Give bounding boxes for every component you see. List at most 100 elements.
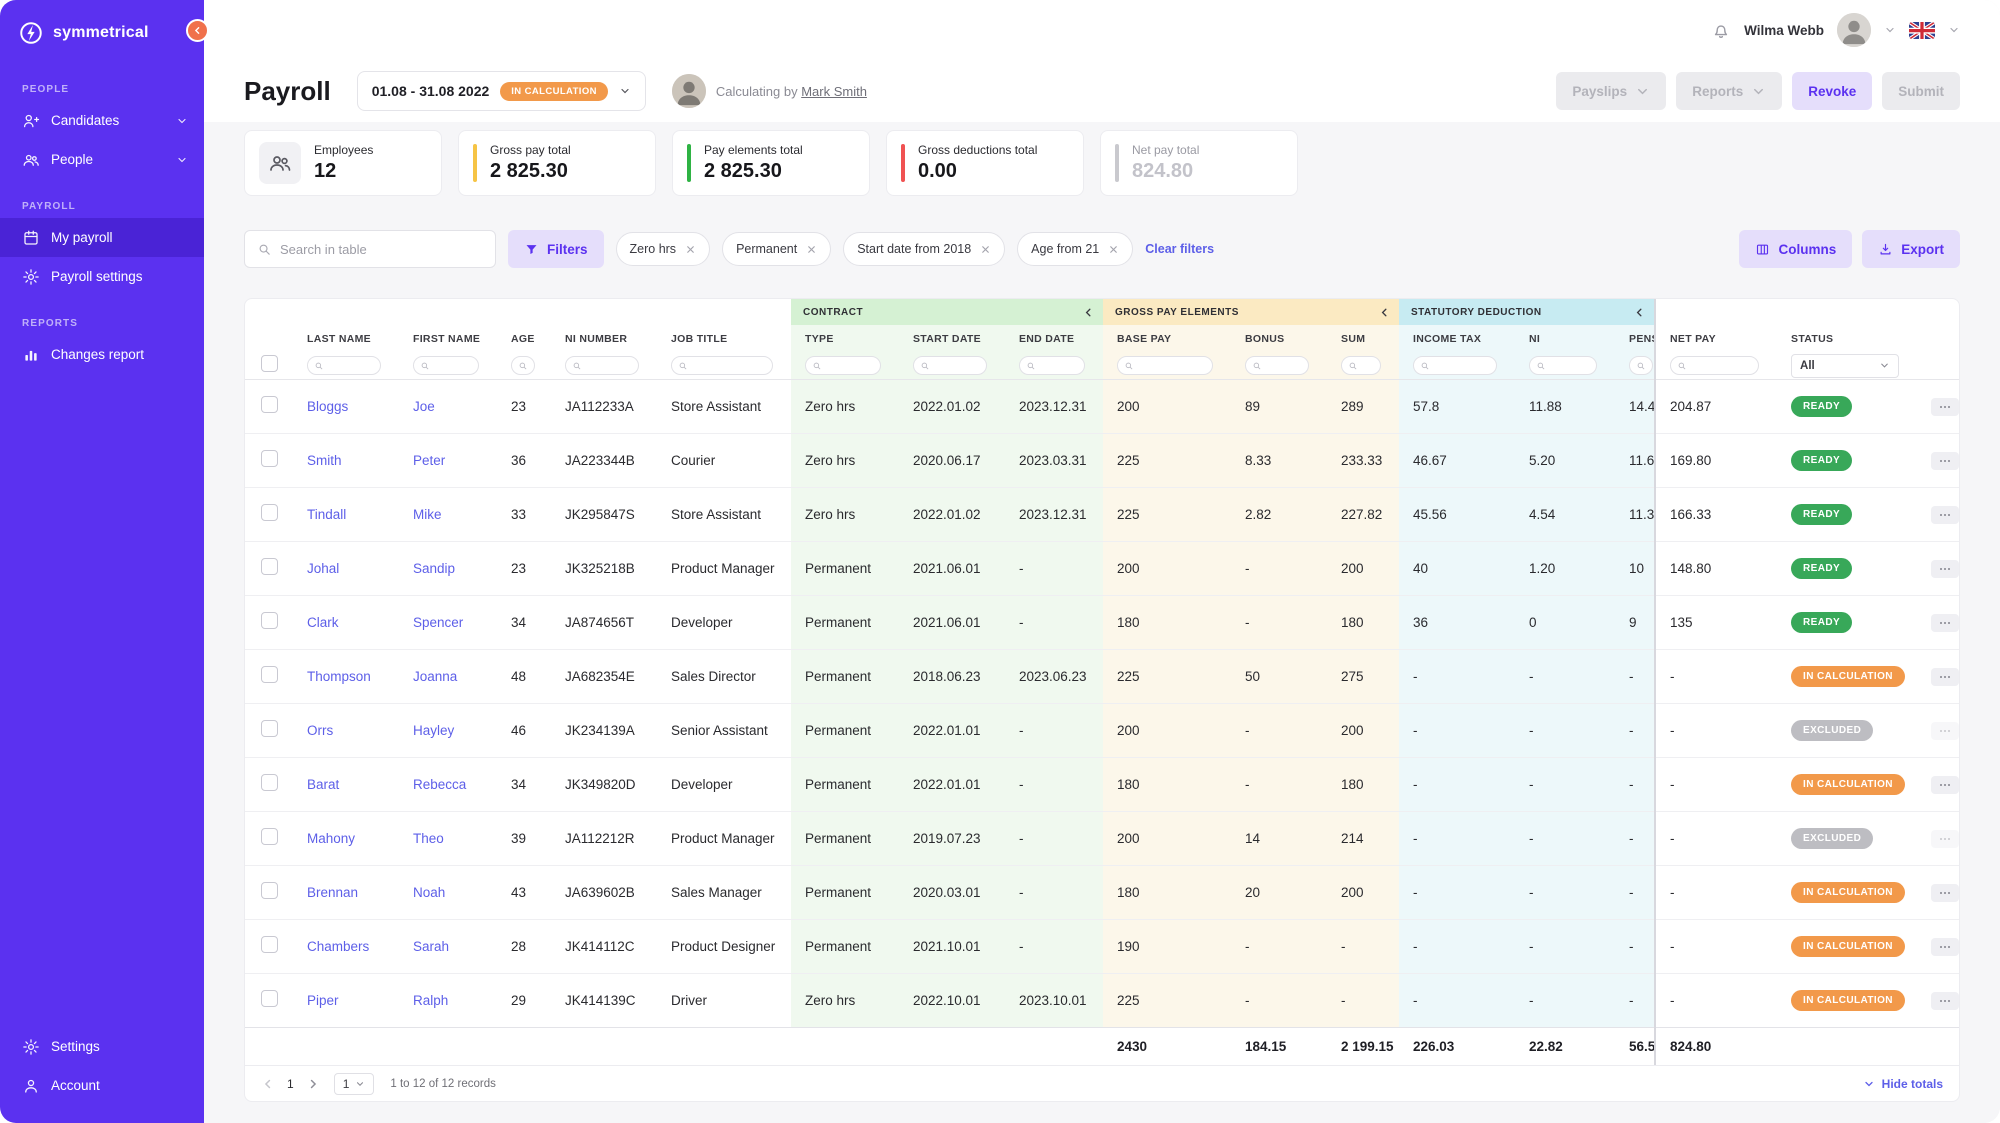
col-first-name[interactable]: FIRST NAME (399, 325, 497, 353)
row-checkbox[interactable] (261, 990, 278, 1007)
collapse-group-icon[interactable] (1633, 306, 1646, 319)
col-income-tax[interactable]: INCOME TAX (1399, 325, 1515, 353)
row-actions-button[interactable] (1931, 560, 1959, 578)
row-actions-button[interactable] (1931, 668, 1959, 686)
close-icon[interactable] (980, 244, 991, 255)
column-filter-input[interactable] (913, 356, 987, 375)
col-base-pay[interactable]: BASE PAY (1103, 325, 1231, 353)
page-select[interactable]: 1 (334, 1073, 375, 1095)
sidebar-item-account[interactable]: Account (0, 1066, 204, 1105)
last-name-link[interactable]: Barat (307, 777, 339, 792)
column-filter-input[interactable] (1245, 356, 1309, 375)
collapse-group-icon[interactable] (1082, 306, 1095, 319)
last-name-link[interactable]: Piper (307, 993, 339, 1008)
submit-button[interactable]: Submit (1882, 72, 1960, 110)
first-name-link[interactable]: Sarah (413, 939, 449, 954)
col-status[interactable]: STATUS (1777, 325, 1917, 353)
last-name-link[interactable]: Johal (307, 561, 339, 576)
column-filter-input[interactable] (1529, 356, 1597, 375)
next-page-icon[interactable] (306, 1077, 320, 1091)
col-last-name[interactable]: LAST NAME (293, 325, 399, 353)
col-start-date[interactable]: START DATE (899, 325, 1005, 353)
col-ni-number[interactable]: NI NUMBER (551, 325, 657, 353)
select-all-checkbox[interactable] (261, 355, 278, 372)
row-actions-button[interactable] (1931, 938, 1959, 956)
filters-button[interactable]: Filters (508, 230, 604, 268)
row-actions-button[interactable] (1931, 452, 1959, 470)
chevron-down-icon[interactable] (1884, 24, 1896, 36)
first-name-link[interactable]: Hayley (413, 723, 454, 738)
first-name-link[interactable]: Mike (413, 507, 442, 522)
col-sum[interactable]: SUM (1327, 325, 1399, 353)
first-name-link[interactable]: Ralph (413, 993, 448, 1008)
reports-button[interactable]: Reports (1676, 72, 1782, 110)
export-button[interactable]: Export (1862, 230, 1960, 268)
column-filter-input[interactable] (413, 356, 479, 375)
col-bonus[interactable]: BONUS (1231, 325, 1327, 353)
first-name-link[interactable]: Theo (413, 831, 444, 846)
last-name-link[interactable]: Chambers (307, 939, 369, 954)
avatar[interactable] (1837, 13, 1871, 47)
last-name-link[interactable]: Clark (307, 615, 339, 630)
row-checkbox[interactable] (261, 558, 278, 575)
column-filter-input[interactable] (1341, 356, 1381, 375)
collapse-group-icon[interactable] (1378, 306, 1391, 319)
first-name-link[interactable]: Peter (413, 453, 445, 468)
col-net-pay[interactable]: NET PAY (1655, 325, 1777, 353)
col-age[interactable]: AGE (497, 325, 551, 353)
first-name-link[interactable]: Sandip (413, 561, 455, 576)
sidebar-item-my-payroll[interactable]: My payroll (0, 218, 204, 257)
col-type[interactable]: TYPE (791, 325, 899, 353)
first-name-link[interactable]: Joe (413, 399, 435, 414)
revoke-button[interactable]: Revoke (1792, 72, 1872, 110)
prev-page-icon[interactable] (261, 1077, 275, 1091)
row-checkbox[interactable] (261, 612, 278, 629)
sidebar-item-candidates[interactable]: Candidates (0, 101, 204, 140)
last-name-link[interactable]: Smith (307, 453, 342, 468)
column-filter-input[interactable] (805, 356, 881, 375)
columns-button[interactable]: Columns (1739, 230, 1852, 268)
filter-chip[interactable]: Zero hrs (616, 232, 711, 266)
filter-chip[interactable]: Age from 21 (1017, 232, 1133, 266)
close-icon[interactable] (806, 244, 817, 255)
row-actions-button[interactable] (1931, 992, 1959, 1010)
last-name-link[interactable]: Brennan (307, 885, 358, 900)
first-name-link[interactable]: Spencer (413, 615, 463, 630)
col-job-title[interactable]: JOB TITLE (657, 325, 791, 353)
row-actions-button[interactable] (1931, 506, 1959, 524)
row-checkbox[interactable] (261, 720, 278, 737)
column-filter-input[interactable] (1117, 356, 1213, 375)
status-filter-select[interactable]: All (1791, 354, 1899, 378)
column-filter-input[interactable] (565, 356, 639, 375)
row-checkbox[interactable] (261, 396, 278, 413)
sidebar-collapse-button[interactable] (186, 19, 209, 42)
col-pension[interactable]: PENSION (1615, 325, 1655, 353)
row-actions-button[interactable] (1931, 830, 1959, 848)
row-checkbox[interactable] (261, 504, 278, 521)
chevron-down-icon[interactable] (1948, 24, 1960, 36)
row-checkbox[interactable] (261, 450, 278, 467)
sidebar-item-settings[interactable]: Settings (0, 1027, 204, 1066)
column-filter-input[interactable] (1413, 356, 1497, 375)
search-input[interactable] (280, 242, 483, 257)
row-checkbox[interactable] (261, 936, 278, 953)
clear-filters-link[interactable]: Clear filters (1145, 242, 1214, 256)
last-name-link[interactable]: Mahony (307, 831, 355, 846)
column-filter-input[interactable] (671, 356, 773, 375)
hide-totals-button[interactable]: Hide totals (1863, 1077, 1943, 1091)
last-name-link[interactable]: Thompson (307, 669, 371, 684)
row-checkbox[interactable] (261, 828, 278, 845)
row-actions-button[interactable] (1931, 398, 1959, 416)
sidebar-item-changes-report[interactable]: Changes report (0, 335, 204, 374)
last-name-link[interactable]: Orrs (307, 723, 333, 738)
column-filter-input[interactable] (1629, 356, 1653, 375)
close-icon[interactable] (685, 244, 696, 255)
notification-bell-icon[interactable] (1711, 20, 1731, 40)
payslips-button[interactable]: Payslips (1556, 72, 1666, 110)
filter-chip[interactable]: Start date from 2018 (843, 232, 1005, 266)
current-page[interactable]: 1 (285, 1077, 296, 1091)
col-end-date[interactable]: END DATE (1005, 325, 1103, 353)
sidebar-item-payroll-settings[interactable]: Payroll settings (0, 257, 204, 296)
row-actions-button[interactable] (1931, 776, 1959, 794)
sidebar-item-people[interactable]: People (0, 140, 204, 179)
